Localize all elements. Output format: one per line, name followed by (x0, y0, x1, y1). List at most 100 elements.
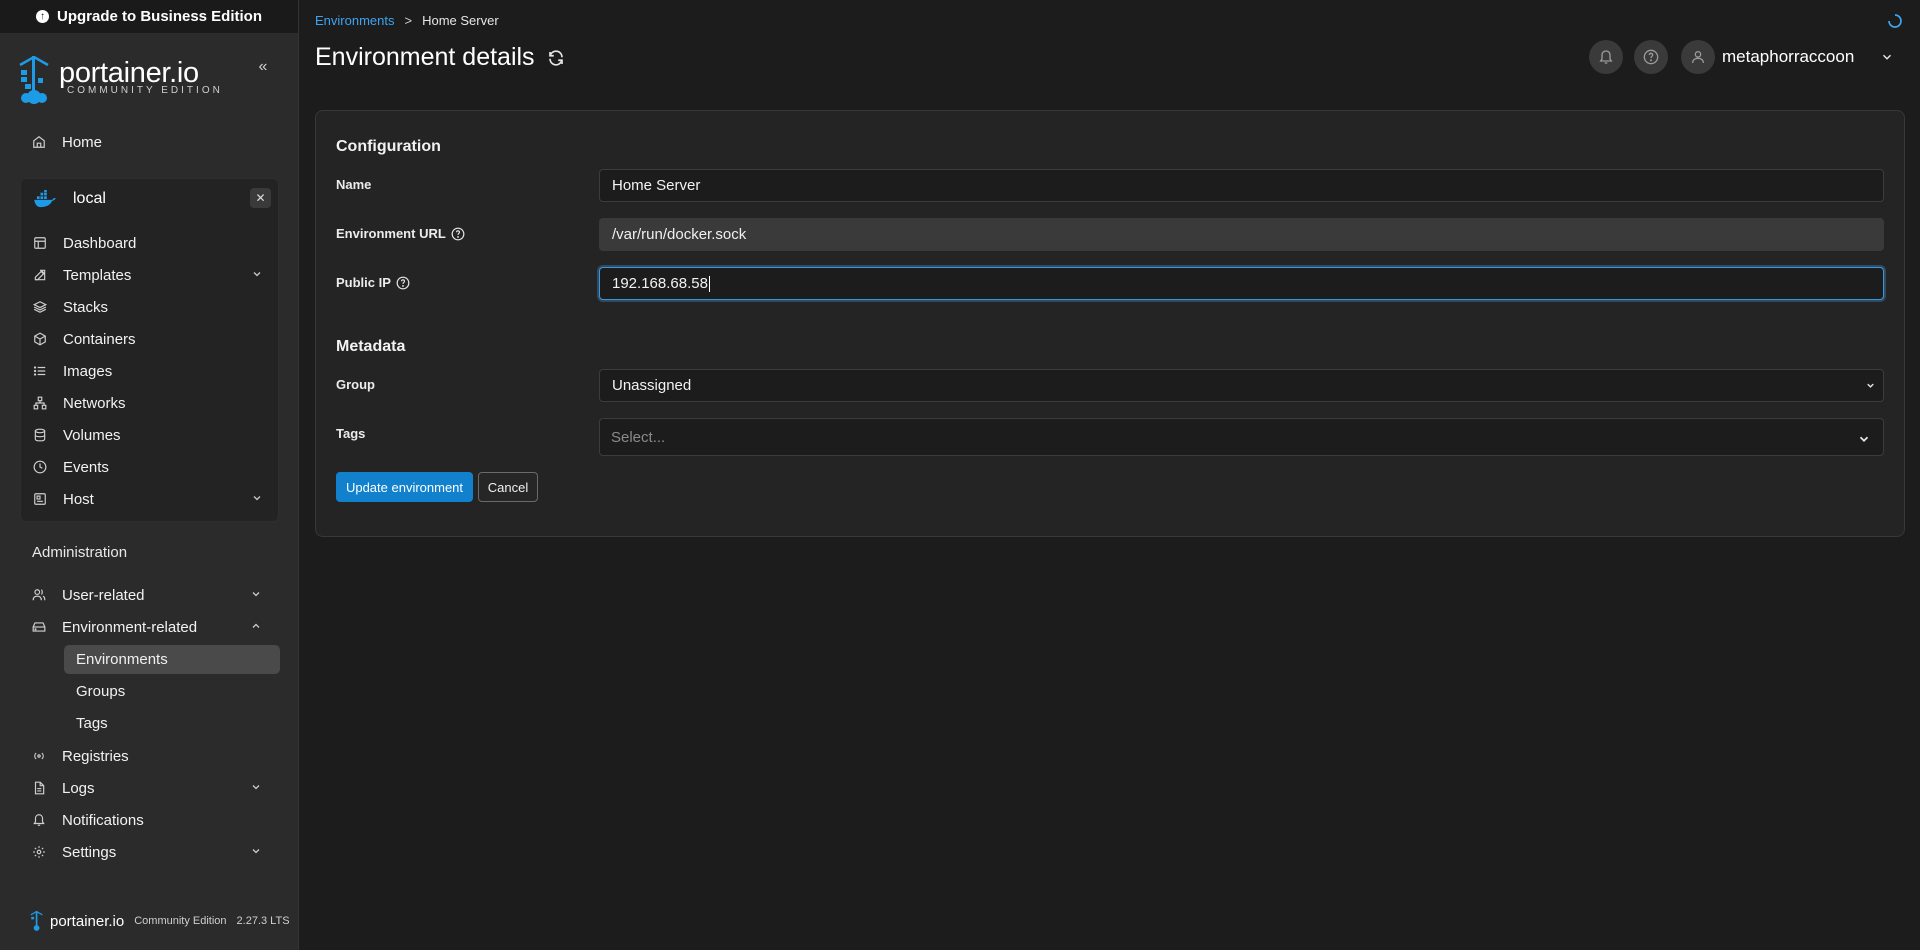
environment-url-input[interactable]: /var/run/docker.sock (599, 218, 1884, 251)
chevron-down-icon (253, 496, 261, 501)
gear-icon (30, 845, 48, 859)
name-label: Name (336, 177, 371, 192)
environment-url-value: /var/run/docker.sock (612, 226, 747, 243)
breadcrumb-separator: > (404, 13, 413, 28)
sidebar-item-label: Stacks (63, 298, 109, 316)
upgrade-banner[interactable]: ↑ Upgrade to Business Edition (0, 0, 298, 33)
sidebar-item-label: Groups (76, 683, 126, 700)
host-icon (31, 492, 49, 506)
user-avatar[interactable] (1681, 40, 1715, 74)
templates-icon (31, 268, 49, 282)
refresh-icon[interactable] (547, 49, 565, 67)
sidebar-item-stacks[interactable]: Stacks (21, 292, 283, 322)
sidebar-item-home[interactable]: Home (20, 127, 282, 157)
public-ip-label-text: Public IP (336, 275, 391, 290)
help-circle-icon[interactable] (396, 276, 410, 290)
cancel-button[interactable]: Cancel (478, 472, 538, 502)
bell-icon (1599, 50, 1613, 64)
chevron-down-icon (252, 849, 260, 854)
public-ip-label: Public IP (336, 275, 410, 290)
file-text-icon (30, 781, 48, 795)
portainer-logo-icon (30, 910, 43, 931)
images-icon (31, 364, 49, 378)
close-environment-button[interactable]: ✕ (250, 188, 271, 208)
docker-icon (34, 190, 56, 208)
sidebar-item-settings[interactable]: Settings (20, 837, 282, 867)
sidebar-item-registries[interactable]: Registries (20, 741, 282, 771)
sidebar-item-logs[interactable]: Logs (20, 773, 282, 803)
sidebar-item-label: Networks (63, 394, 126, 412)
sidebar-item-volumes[interactable]: Volumes (21, 420, 283, 450)
sidebar-item-label: Environments (76, 651, 168, 668)
sidebar-item-templates[interactable]: Templates (21, 260, 283, 290)
sidebar-item-networks[interactable]: Networks (21, 388, 283, 418)
tags-select[interactable]: Select... (599, 418, 1884, 456)
sidebar-item-label: Environment-related (62, 618, 198, 636)
chevron-down-icon (252, 592, 260, 597)
tags-select-placeholder: Select... (611, 428, 666, 446)
sidebar-subitem-groups[interactable]: Groups (64, 677, 280, 706)
sidebar-item-label: Home (62, 133, 103, 151)
help-button[interactable] (1634, 40, 1668, 74)
sidebar-item-label: Images (63, 362, 113, 380)
sidebar-item-events[interactable]: Events (21, 452, 283, 482)
help-circle-icon[interactable] (451, 227, 465, 241)
sidebar-item-label: Events (63, 458, 109, 476)
environment-url-label-text: Environment URL (336, 226, 446, 241)
text-caret (708, 275, 710, 292)
chevron-down-icon (1867, 383, 1874, 388)
collapse-sidebar-button[interactable]: « (251, 56, 275, 80)
logo-subtitle: COMMUNITY EDITION (67, 85, 223, 96)
sidebar-item-label: Registries (62, 747, 129, 765)
page-title: Environment details (315, 43, 565, 72)
sidebar-item-label: Templates (63, 266, 132, 284)
hard-drive-icon (30, 620, 48, 634)
loading-spinner-icon (1887, 13, 1903, 34)
environment-header: local (34, 186, 274, 212)
breadcrumb-environments-link[interactable]: Environments (315, 13, 394, 28)
chevron-up-icon (252, 623, 260, 628)
sidebar-item-label: Notifications (62, 811, 144, 829)
footer-version-number: 2.27.3 LTS (236, 915, 290, 927)
breadcrumb-current: Home Server (422, 13, 499, 28)
username[interactable]: metaphorraccoon (1722, 47, 1854, 67)
sidebar-item-images[interactable]: Images (21, 356, 283, 386)
name-input-value: Home Server (612, 177, 701, 194)
portainer-logo-icon (19, 56, 49, 104)
tags-label: Tags (336, 426, 365, 441)
sidebar-subitem-tags[interactable]: Tags (64, 709, 280, 738)
sidebar-item-label: Host (63, 490, 94, 508)
sidebar-item-containers[interactable]: Containers (21, 324, 283, 354)
user-icon (1692, 51, 1704, 64)
group-select[interactable]: Unassigned (599, 369, 1884, 402)
sidebar-item-label: Volumes (63, 426, 121, 444)
home-icon (30, 135, 48, 149)
sidebar-item-label: Dashboard (63, 234, 137, 252)
sidebar-item-dashboard[interactable]: Dashboard (21, 228, 283, 258)
sidebar-item-label: Containers (63, 330, 136, 348)
notifications-button[interactable] (1589, 40, 1623, 74)
sidebar-item-user-related[interactable]: User-related (20, 580, 282, 610)
public-ip-input[interactable]: 192.168.68.58 (599, 267, 1884, 300)
arrow-up-circle-icon: ↑ (35, 10, 49, 23)
containers-icon (31, 332, 49, 346)
environment-name: local (73, 190, 106, 207)
networks-icon (31, 396, 49, 410)
footer-version: portainer.io Community Edition 2.27.3 LT… (30, 910, 290, 932)
chevron-down-icon[interactable] (1880, 50, 1894, 64)
sidebar-item-label: Logs (62, 779, 95, 797)
sidebar-subitem-environments[interactable]: Environments (64, 645, 280, 674)
sidebar-item-environment-related[interactable]: Environment-related (20, 612, 282, 642)
volumes-icon (31, 428, 49, 442)
group-label: Group (336, 377, 375, 392)
portainer-logo[interactable]: portainer.io COMMUNITY EDITION (18, 54, 280, 106)
radio-icon (30, 749, 48, 763)
users-icon (30, 588, 48, 602)
sidebar: ↑ Upgrade to Business Edition portainer.… (0, 0, 299, 950)
administration-heading: Administration (32, 544, 128, 561)
sidebar-item-notifications[interactable]: Notifications (20, 805, 282, 835)
environment-url-label: Environment URL (336, 226, 465, 241)
sidebar-item-host[interactable]: Host (21, 484, 283, 514)
name-input[interactable]: Home Server (599, 169, 1884, 202)
update-environment-button[interactable]: Update environment (336, 472, 473, 502)
